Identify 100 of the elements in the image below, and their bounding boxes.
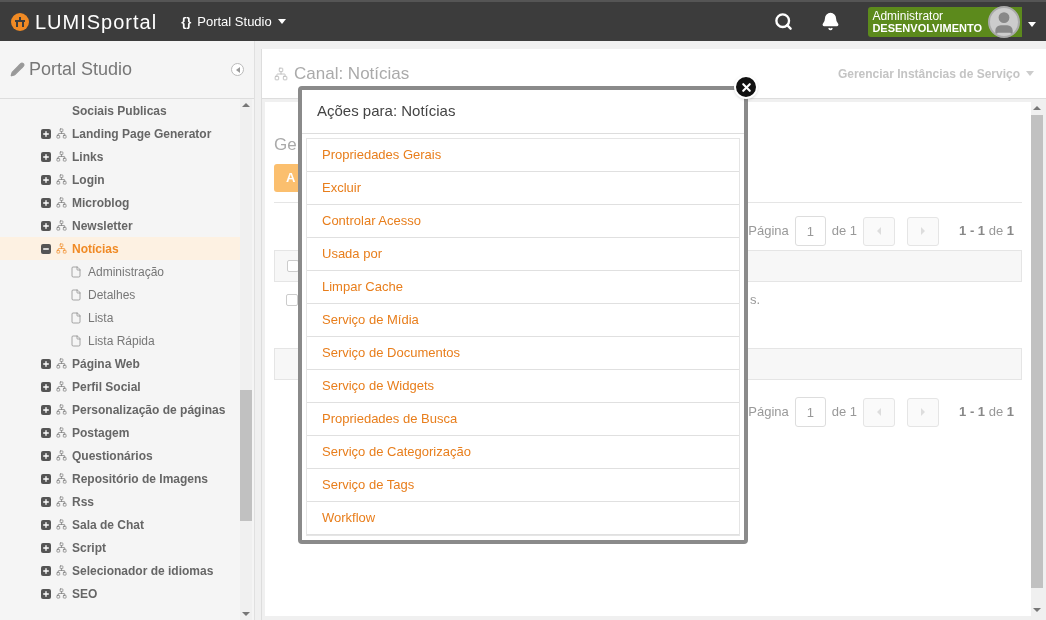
user-menu[interactable]: Administrator DESENVOLVIMENTO [868, 6, 1022, 37]
page-count: de 1 [831, 222, 858, 241]
action-menu-item[interactable]: Excluir [307, 172, 739, 205]
action-menu-item[interactable]: Usada por [307, 238, 739, 271]
tree-item[interactable]: Personalização de páginas [0, 398, 240, 421]
action-menu-item[interactable]: Serviço de Categorização [307, 436, 739, 469]
channel-title: Canal: Notícias [294, 62, 410, 85]
avatar-icon [988, 5, 1020, 38]
tree-item[interactable]: Newsletter [0, 214, 240, 237]
logo-icon [10, 11, 30, 32]
tree-item[interactable]: Repositório de Imagens [0, 467, 240, 490]
expand-icon[interactable] [41, 128, 51, 139]
close-icon [739, 80, 753, 94]
notification-icon[interactable] [821, 12, 841, 31]
expand-icon[interactable] [41, 174, 51, 185]
action-menu-item[interactable]: Serviço de Documentos [307, 337, 739, 370]
page-count: de 1 [831, 403, 858, 422]
expand-icon[interactable] [41, 220, 51, 231]
channel-icon [56, 473, 67, 484]
caret-icon [1028, 21, 1036, 27]
tree-item[interactable]: Selecionador de idiomas [0, 559, 240, 582]
tree-item[interactable]: Administração [0, 260, 240, 283]
channel-icon [56, 496, 67, 507]
caret-icon [1026, 71, 1034, 76]
expand-icon[interactable] [41, 588, 51, 599]
tree-item[interactable]: Script [0, 536, 240, 559]
channel-icon [56, 174, 67, 185]
logo-text: LUMISportal [35, 9, 158, 35]
checkbox[interactable] [286, 294, 298, 306]
expand-icon[interactable] [41, 197, 51, 208]
expand-icon[interactable] [41, 381, 51, 392]
tree-item[interactable]: Rss [0, 490, 240, 513]
tree-item[interactable]: Notícias [0, 237, 240, 260]
expand-icon[interactable] [41, 519, 51, 530]
tree-item[interactable]: Microblog [0, 191, 240, 214]
tree-item[interactable]: Perfil Social [0, 375, 240, 398]
channel-icon [56, 519, 67, 530]
checkbox[interactable] [287, 260, 299, 272]
expand-icon[interactable] [41, 358, 51, 369]
sidebar-title: Portal Studio [29, 58, 133, 81]
action-menu-item[interactable]: Controlar Acesso [307, 205, 739, 238]
channel-icon [56, 381, 67, 392]
action-menu-item[interactable]: Propriedades Gerais [307, 139, 739, 172]
channel-icon [274, 66, 288, 81]
page-icon [70, 334, 82, 347]
channel-icon [56, 565, 67, 576]
tree-item[interactable]: Links [0, 145, 240, 168]
expand-icon[interactable] [41, 565, 51, 576]
action-menu-item[interactable]: Serviço de Mídia [307, 304, 739, 337]
action-menu-item[interactable]: Serviço de Tags [307, 469, 739, 502]
tree-item[interactable]: Login [0, 168, 240, 191]
channel-icon [56, 542, 67, 553]
page-icon [70, 288, 82, 301]
tree-item[interactable]: Página Web [0, 352, 240, 375]
scrollbar[interactable] [240, 99, 252, 620]
search-icon[interactable] [774, 12, 794, 31]
tree-item[interactable]: Detalhes [0, 283, 240, 306]
channel-icon [56, 197, 67, 208]
caret-icon [277, 19, 286, 24]
action-menu-item[interactable]: Workflow [307, 502, 739, 535]
tree-item[interactable]: Lista [0, 306, 240, 329]
tree-item[interactable]: SEO [0, 582, 240, 605]
tree-item[interactable]: Landing Page Generator [0, 122, 240, 145]
collapse-sidebar-button[interactable] [231, 63, 244, 76]
channel-icon [56, 588, 67, 599]
expand-icon[interactable] [41, 404, 51, 415]
page-field[interactable]: 1 [794, 397, 826, 427]
channel-icon [56, 243, 67, 254]
pencil-icon [10, 62, 25, 77]
tree-item[interactable]: Questionários [0, 444, 240, 467]
expand-icon[interactable] [41, 542, 51, 553]
channel-icon [56, 220, 67, 231]
page-label: Página [748, 403, 789, 422]
action-menu-item[interactable]: Limpar Cache [307, 271, 739, 304]
page-field[interactable]: 1 [794, 216, 826, 246]
page-icon [70, 311, 82, 324]
result-count: 1 - 1 de 1 [959, 222, 1014, 241]
empty-message: s. [750, 291, 761, 310]
result-count: 1 - 1 de 1 [959, 403, 1014, 422]
action-menu-item[interactable]: Serviço de Widgets [307, 370, 739, 403]
expand-icon[interactable] [41, 473, 51, 484]
action-menu-item[interactable]: Propriedades de Busca [307, 403, 739, 436]
collapse-icon[interactable] [41, 243, 51, 254]
tree-item[interactable]: Sala de Chat [0, 513, 240, 536]
expand-icon[interactable] [41, 450, 51, 461]
channel-icon [56, 427, 67, 438]
channel-icon [56, 128, 67, 139]
tree-item[interactable]: Lista Rápida [0, 329, 240, 352]
channel-icon [56, 151, 67, 162]
user-name: Administrator [872, 9, 945, 22]
expand-icon[interactable] [41, 427, 51, 438]
panel-heading: Ge [274, 134, 297, 154]
tree-item[interactable]: Sociais Publicas [72, 101, 167, 120]
expand-icon[interactable] [41, 151, 51, 162]
app-menu-button[interactable]: {} Portal Studio [181, 11, 286, 32]
channel-icon [56, 450, 67, 461]
channel-icon [56, 358, 67, 369]
tree-item[interactable]: Postagem [0, 421, 240, 444]
expand-icon[interactable] [41, 496, 51, 507]
user-role: DESENVOLVIMENTO [872, 21, 982, 34]
